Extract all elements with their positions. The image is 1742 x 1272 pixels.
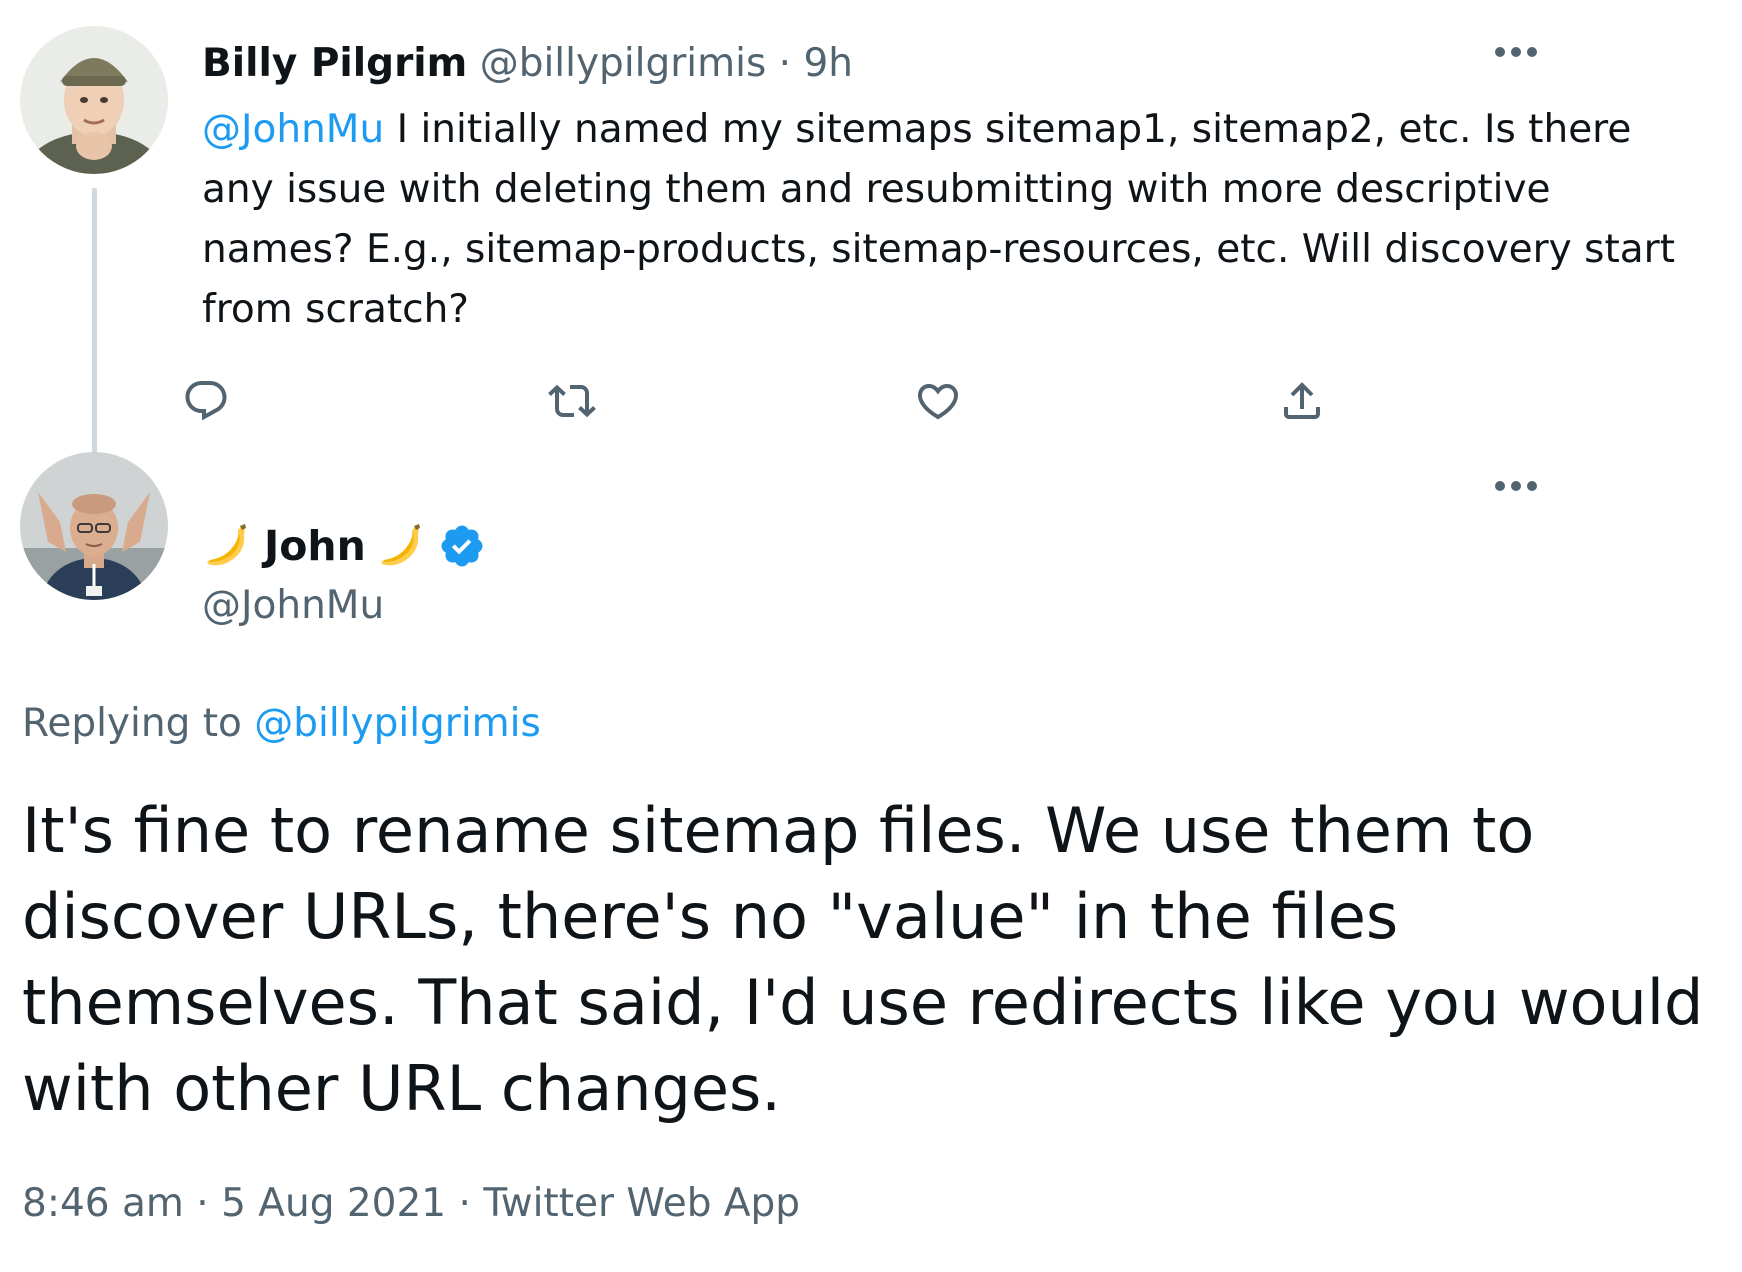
- parent-tweet-text: @JohnMu I initially named my sitemaps si…: [202, 100, 1702, 340]
- parent-author-handle[interactable]: @billypilgrimis: [480, 41, 767, 86]
- parent-more-options-icon[interactable]: [1493, 44, 1539, 58]
- banana-emoji-icon: [381, 524, 420, 566]
- retweet-button[interactable]: [544, 373, 600, 429]
- retweet-icon: [548, 384, 596, 418]
- tweet-time[interactable]: 8:46 am: [22, 1181, 184, 1226]
- banana-emoji-icon: [207, 524, 246, 566]
- timestamp-separator: ·: [196, 1181, 209, 1226]
- john-avatar[interactable]: [20, 452, 168, 600]
- parent-time-ago[interactable]: 9h: [803, 41, 853, 86]
- reply-icon: [185, 381, 227, 421]
- like-icon: [917, 384, 959, 420]
- parent-header-separator: ·: [778, 41, 792, 86]
- parent-mention-link[interactable]: @JohnMu: [202, 107, 384, 152]
- tweet-source[interactable]: Twitter Web App: [483, 1181, 800, 1226]
- parent-tweet-body: I initially named my sitemaps sitemap1, …: [202, 107, 1675, 332]
- share-icon: [1284, 382, 1320, 419]
- tweet-timestamp: 8:46 am · 5 Aug 2021 · Twitter Web App: [22, 1178, 800, 1230]
- thread-connector-line: [92, 188, 97, 488]
- timestamp-separator: ·: [458, 1181, 471, 1226]
- replying-to-link[interactable]: @billypilgrimis: [254, 701, 541, 746]
- like-button[interactable]: [910, 373, 966, 429]
- main-more-options-icon[interactable]: [1493, 478, 1539, 492]
- main-author-name-row[interactable]: John: [202, 518, 486, 574]
- reply-button[interactable]: [178, 373, 234, 429]
- main-author-handle[interactable]: @JohnMu: [202, 580, 384, 632]
- main-tweet-text: It's fine to rename sitemap files. We us…: [22, 794, 1704, 1125]
- billy-avatar[interactable]: [20, 26, 168, 174]
- replying-to-label: Replying to: [22, 701, 242, 746]
- share-button[interactable]: [1274, 373, 1330, 429]
- parent-tweet-header: Billy Pilgrim @billypilgrimis · 9h: [202, 38, 853, 90]
- replying-to-line: Replying to @billypilgrimis: [22, 698, 541, 750]
- parent-author-name[interactable]: Billy Pilgrim: [202, 41, 467, 86]
- main-author-name[interactable]: John: [264, 518, 366, 574]
- tweet-date[interactable]: 5 Aug 2021: [221, 1181, 446, 1226]
- verified-badge-icon[interactable]: [438, 522, 486, 570]
